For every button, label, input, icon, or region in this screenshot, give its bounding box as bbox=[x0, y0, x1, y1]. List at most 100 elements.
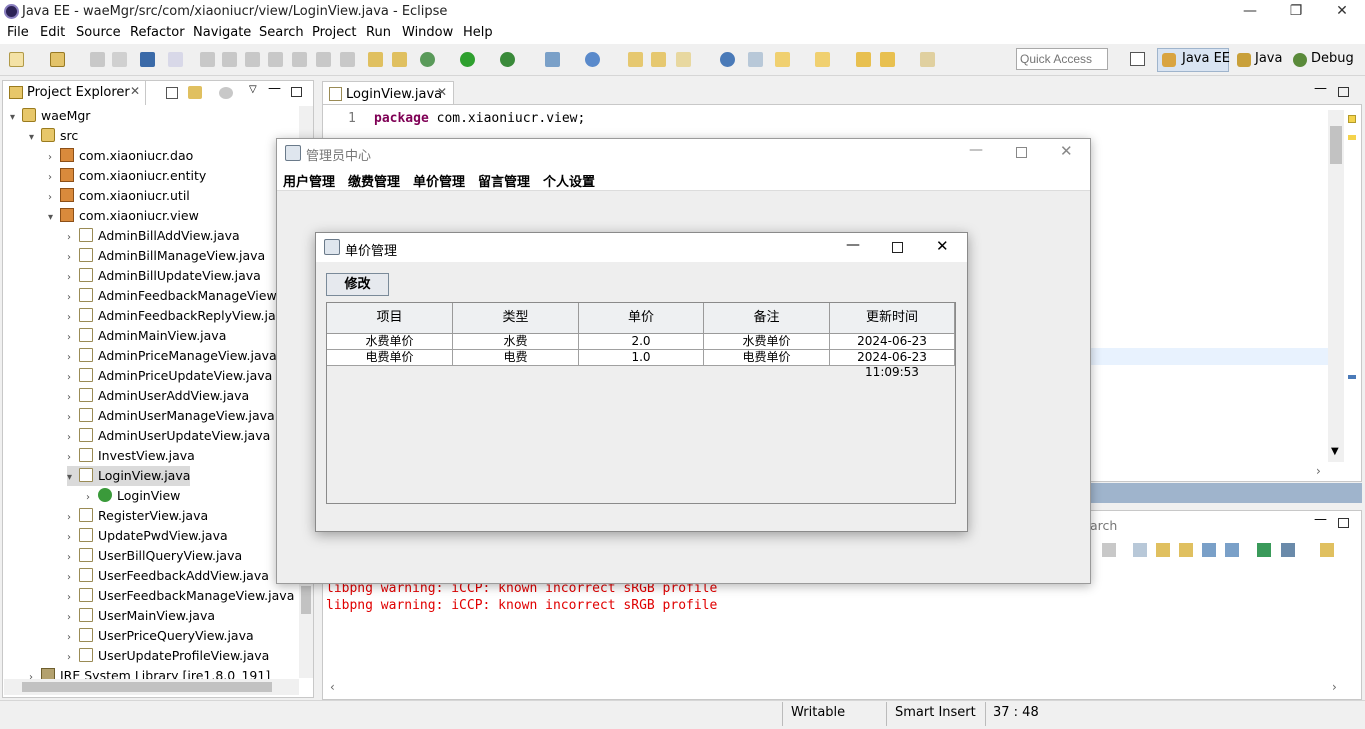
menu-project[interactable]: Project bbox=[312, 25, 356, 40]
tree-item[interactable]: › AdminUserManageView.java bbox=[67, 406, 275, 426]
table-cell[interactable]: 水费 bbox=[453, 334, 579, 350]
display-console-icon[interactable] bbox=[1257, 543, 1271, 557]
tree-item[interactable]: › AdminFeedbackReplyView.jav bbox=[67, 306, 283, 326]
column-header[interactable]: 备注 bbox=[704, 303, 830, 334]
tree-item[interactable]: › AdminUserUpdateView.java bbox=[67, 426, 270, 446]
menu-run[interactable]: Run bbox=[366, 25, 391, 40]
minimize-icon[interactable]: — bbox=[1227, 0, 1273, 24]
tree-item[interactable]: › UserPriceQueryView.java bbox=[67, 626, 254, 646]
last-edit-icon[interactable] bbox=[856, 52, 871, 67]
show-when-stderr-icon[interactable] bbox=[1179, 543, 1193, 557]
minimize-view-icon[interactable]: — bbox=[268, 81, 281, 96]
chevron-right-icon[interactable]: › bbox=[67, 308, 79, 328]
save-all-icon[interactable] bbox=[112, 52, 127, 67]
tree-item[interactable]: › AdminBillUpdateView.java bbox=[67, 266, 261, 286]
price-maximize-icon[interactable] bbox=[892, 242, 903, 253]
column-header[interactable]: 单价 bbox=[579, 303, 704, 334]
filters-icon[interactable] bbox=[219, 87, 233, 99]
console-icon[interactable] bbox=[140, 52, 155, 67]
console-tab-partial[interactable]: arch bbox=[1090, 518, 1117, 533]
chevron-down-icon[interactable]: ▾ bbox=[67, 468, 79, 488]
scroll-lock-icon[interactable] bbox=[1133, 543, 1147, 557]
editor-tab-loginview[interactable]: LoginView.java ✕ bbox=[322, 81, 454, 105]
tree-item[interactable]: › UserFeedbackAddView.java bbox=[67, 566, 269, 586]
tree-item[interactable]: › com.xiaoniucr.dao bbox=[48, 146, 193, 166]
disconnect-icon[interactable] bbox=[268, 52, 283, 67]
column-header[interactable]: 项目 bbox=[327, 303, 453, 334]
chevron-right-icon[interactable]: › bbox=[67, 328, 79, 348]
chevron-right-icon[interactable]: › bbox=[48, 168, 60, 188]
tree-item[interactable]: › com.xiaoniucr.entity bbox=[48, 166, 206, 186]
perspective-debug[interactable]: Debug bbox=[1311, 51, 1354, 66]
menu-search[interactable]: Search bbox=[259, 25, 304, 40]
table-cell[interactable]: 2024-06-23 11:07:11 bbox=[830, 334, 955, 363]
table-cell[interactable]: 电费单价 bbox=[327, 350, 453, 366]
minimize-editor-icon[interactable]: — bbox=[1314, 81, 1327, 96]
tree-item[interactable]: ▾ src bbox=[29, 126, 78, 146]
admin-minimize-icon[interactable]: — bbox=[969, 142, 983, 158]
pin-console-icon[interactable] bbox=[1225, 543, 1239, 557]
step-return-icon[interactable] bbox=[340, 52, 355, 67]
tree-hscroll-thumb[interactable] bbox=[22, 682, 272, 692]
tree-item[interactable]: › UpdatePwdView.java bbox=[67, 526, 228, 546]
chevron-right-icon[interactable]: › bbox=[67, 548, 79, 568]
table-cell[interactable]: 电费 bbox=[453, 350, 579, 366]
chevron-right-icon[interactable]: › bbox=[48, 148, 60, 168]
menu-user-management[interactable]: 用户管理 bbox=[283, 171, 335, 190]
tree-scrollbar-thumb[interactable] bbox=[301, 586, 311, 614]
use-step-filters-icon[interactable] bbox=[392, 52, 407, 67]
chevron-right-icon[interactable]: › bbox=[86, 488, 98, 508]
new-java-class-icon[interactable] bbox=[585, 52, 600, 67]
chevron-right-icon[interactable]: › bbox=[48, 188, 60, 208]
step-over-icon[interactable] bbox=[316, 52, 331, 67]
menu-price-management[interactable]: 单价管理 bbox=[413, 171, 465, 190]
tree-item[interactable]: ▾ com.xiaoniucr.view bbox=[48, 206, 199, 226]
editor-scrollbar-thumb[interactable] bbox=[1330, 126, 1342, 164]
chevron-right-icon[interactable]: › bbox=[67, 408, 79, 428]
word-wrap-icon[interactable] bbox=[1202, 543, 1216, 557]
chevron-right-icon[interactable]: › bbox=[67, 628, 79, 648]
tree-item[interactable]: › AdminUserAddView.java bbox=[67, 386, 249, 406]
globe-icon[interactable] bbox=[720, 52, 735, 67]
chevron-right-icon[interactable]: › bbox=[67, 508, 79, 528]
previous-annotation-icon[interactable] bbox=[815, 52, 830, 67]
hscroll-right-icon[interactable]: › bbox=[1316, 464, 1321, 478]
project-explorer-tab[interactable]: Project Explorer ✕ bbox=[3, 81, 146, 105]
external-tools-icon[interactable] bbox=[545, 52, 560, 67]
column-header[interactable]: 更新时间 bbox=[830, 303, 955, 334]
forward-icon[interactable] bbox=[920, 52, 935, 67]
menu-navigate[interactable]: Navigate bbox=[193, 25, 251, 40]
back-icon[interactable] bbox=[880, 52, 895, 67]
remove-launches-icon[interactable] bbox=[1102, 543, 1116, 557]
chevron-down-icon[interactable]: ▾ bbox=[10, 108, 22, 128]
menu-payment-management[interactable]: 缴费管理 bbox=[348, 171, 400, 190]
table-cell[interactable]: 水费单价 bbox=[704, 334, 830, 350]
menu-refactor[interactable]: Refactor bbox=[130, 25, 185, 40]
chevron-right-icon[interactable]: › bbox=[67, 648, 79, 668]
table-cell[interactable]: 2024-06-23 11:09:53 bbox=[830, 350, 955, 379]
chevron-right-icon[interactable]: › bbox=[67, 528, 79, 548]
menu-help[interactable]: Help bbox=[463, 25, 493, 40]
tree-item[interactable]: › UserFeedbackManageView.java bbox=[67, 586, 294, 606]
chevron-right-icon[interactable]: › bbox=[67, 228, 79, 248]
search-icon[interactable] bbox=[676, 52, 691, 67]
menu-edit[interactable]: Edit bbox=[40, 25, 65, 40]
suspend-icon[interactable] bbox=[222, 52, 237, 67]
run-icon[interactable] bbox=[460, 52, 475, 67]
scroll-down-icon[interactable]: ▼ bbox=[1331, 446, 1339, 457]
tree-item[interactable]: › AdminBillAddView.java bbox=[67, 226, 240, 246]
price-close-icon[interactable]: ✕ bbox=[936, 237, 949, 255]
close-editor-tab-icon[interactable]: ✕ bbox=[437, 85, 447, 99]
maximize-view-icon[interactable] bbox=[291, 87, 302, 97]
maximize-console-icon[interactable] bbox=[1338, 518, 1349, 528]
chevron-right-icon[interactable]: › bbox=[67, 268, 79, 288]
admin-maximize-icon[interactable] bbox=[1016, 147, 1027, 158]
tree-item[interactable]: › AdminFeedbackManageView. bbox=[67, 286, 280, 306]
chevron-right-icon[interactable]: › bbox=[67, 368, 79, 388]
perspective-java[interactable]: Java bbox=[1255, 51, 1282, 66]
console-hscroll-left-icon[interactable]: ‹ bbox=[330, 680, 335, 694]
tree-item[interactable]: › LoginView bbox=[86, 486, 180, 506]
quick-access-input[interactable] bbox=[1016, 48, 1108, 70]
chevron-right-icon[interactable]: › bbox=[67, 388, 79, 408]
drop-to-frame-icon[interactable] bbox=[368, 52, 383, 67]
